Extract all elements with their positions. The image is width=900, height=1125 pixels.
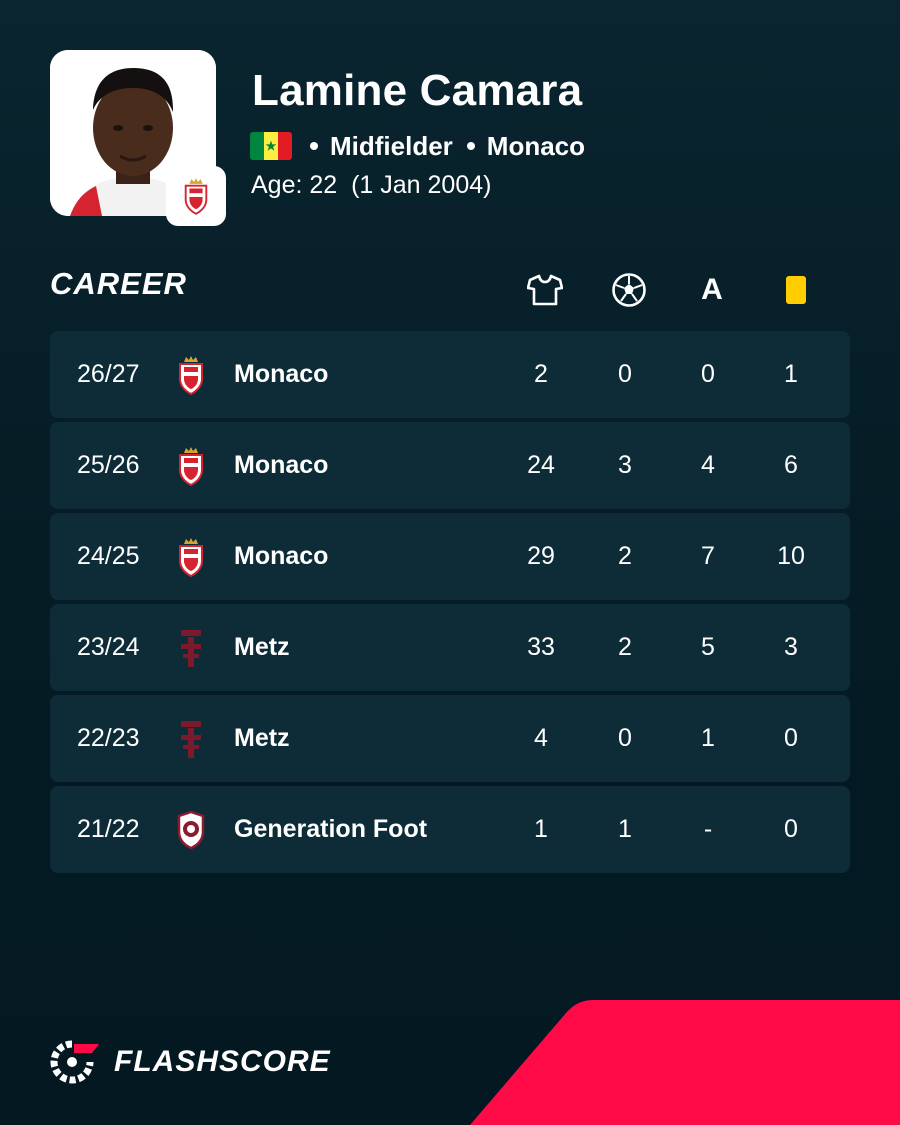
yellow-cards: 10 — [777, 542, 805, 570]
career-title: CAREER — [50, 266, 187, 301]
assists: 1 — [701, 724, 715, 752]
metz-logo — [181, 630, 201, 667]
separator-dot — [310, 142, 318, 150]
season: 23/24 — [77, 633, 140, 661]
table-row: 21/22 Generation Foot 1 1 - 0 — [50, 786, 850, 873]
table-row: 25/26 Monaco 24 3 4 6 — [50, 422, 850, 509]
yellow-cards: 0 — [784, 815, 798, 843]
monaco-logo — [179, 356, 203, 395]
assists: 4 — [701, 451, 715, 479]
table-row: 22/23 Metz 4 0 1 0 — [50, 695, 850, 782]
monaco-logo — [179, 538, 203, 577]
table-row: 24/25 Monaco 29 2 7 10 — [50, 513, 850, 600]
ball-icon — [609, 270, 649, 310]
season: 21/22 — [77, 815, 140, 843]
season: 25/26 — [77, 451, 140, 479]
goals: 3 — [618, 451, 632, 479]
senegal-flag-icon: ★ — [250, 132, 292, 160]
player-age: Age: 22 (1 Jan 2004) — [251, 171, 491, 200]
appearances: 2 — [534, 360, 548, 388]
birth-date: (1 Jan 2004) — [351, 171, 492, 199]
generation-foot-logo — [177, 810, 205, 850]
table-row: 23/24 Metz 33 2 5 3 — [50, 604, 850, 691]
current-club-badge — [166, 166, 226, 226]
yellow-cards: 1 — [784, 360, 798, 388]
flashscore-logo-icon — [50, 1040, 99, 1084]
appearances: 4 — [534, 724, 548, 752]
monaco-logo — [184, 178, 208, 215]
player-meta: ★ Midfielder Monaco — [250, 130, 585, 162]
age-label: Age: 22 — [251, 171, 338, 199]
shirt-icon — [525, 270, 565, 310]
appearances: 24 — [527, 451, 555, 479]
player-name: Lamine Camara — [252, 66, 583, 115]
club-name: Generation Foot — [234, 815, 428, 843]
assists-icon: A — [692, 270, 732, 310]
season: 22/23 — [77, 724, 140, 752]
season: 26/27 — [77, 360, 140, 388]
yellow-cards: 3 — [784, 633, 798, 661]
player-club: Monaco — [486, 130, 586, 161]
monaco-logo — [179, 447, 203, 486]
table-row: 26/27 Monaco 2 0 0 1 — [50, 331, 850, 418]
yellow-cards: 0 — [784, 724, 798, 752]
club-name: Metz — [234, 724, 290, 752]
yellow-card-icon — [776, 270, 816, 310]
player-position: Midfielder — [330, 130, 453, 161]
assists: - — [703, 815, 713, 843]
separator-dot — [466, 142, 475, 150]
brand-name: FLASHSCORE — [114, 1045, 331, 1078]
appearances: 33 — [527, 633, 555, 661]
goals: 1 — [618, 815, 632, 843]
club-name: Monaco — [234, 360, 329, 388]
club-name: Metz — [234, 633, 290, 661]
assists-label: A — [701, 273, 723, 306]
club-name: Monaco — [234, 451, 329, 479]
assists: 0 — [701, 360, 715, 388]
goals: 2 — [618, 633, 632, 661]
appearances: 29 — [527, 542, 555, 570]
assists: 5 — [701, 633, 715, 661]
goals: 2 — [618, 542, 632, 570]
flashscore-brand: FLASHSCORE — [50, 1040, 331, 1084]
metz-logo — [181, 721, 201, 758]
red-corner-decoration — [470, 1000, 900, 1125]
goals: 0 — [618, 724, 632, 752]
appearances: 1 — [534, 815, 548, 843]
club-name: Monaco — [234, 542, 329, 570]
yellow-cards: 6 — [784, 451, 798, 479]
assists: 7 — [701, 542, 715, 570]
goals: 0 — [618, 360, 632, 388]
season: 24/25 — [77, 542, 140, 570]
